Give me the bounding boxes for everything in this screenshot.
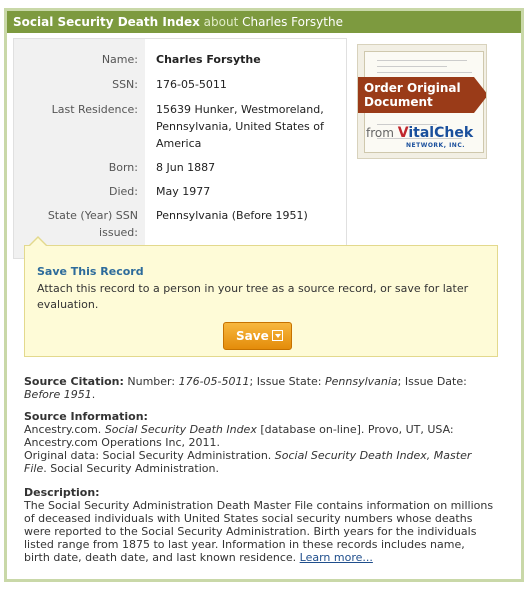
- born-label: Born:: [108, 161, 138, 174]
- died-value: May 1977: [156, 185, 211, 198]
- residence-label: Last Residence:: [51, 103, 138, 116]
- state-value: Pennsylvania (Before 1951): [156, 209, 308, 222]
- record-details: Name: Charles Forsythe SSN: 176-05-5011 …: [13, 38, 347, 259]
- residence-value: 15639 Hunker, Westmoreland, Pennsylvania…: [156, 103, 324, 150]
- collection-title: Social Security Death Index: [13, 15, 200, 29]
- source-citation-label: Source Citation:: [24, 375, 124, 388]
- name-value: Charles Forsythe: [156, 53, 261, 66]
- ssn-label: SSN:: [112, 78, 138, 91]
- description-text: The Social Security Administration Death…: [24, 499, 494, 564]
- about-text: about: [203, 15, 239, 29]
- source-information: Source Information: Ancestry.com. Social…: [24, 410, 472, 475]
- learn-more-link[interactable]: Learn more...: [300, 551, 373, 564]
- dropdown-arrow-icon[interactable]: [272, 330, 283, 341]
- save-button[interactable]: Save: [223, 322, 292, 350]
- description-label: Description:: [24, 486, 100, 499]
- save-record-description: Attach this record to a person in your t…: [37, 282, 469, 311]
- save-button-label: Save: [236, 329, 269, 343]
- vitalchek-logo: from VitalChek: [366, 125, 474, 141]
- description: Description: The Social Security Adminis…: [24, 486, 494, 564]
- source-information-label: Source Information:: [24, 410, 148, 423]
- source-citation: Source Citation: Number: 176-05-5011; Is…: [24, 375, 467, 401]
- save-record-box: Save This Record Attach this record to a…: [24, 245, 498, 357]
- person-name-header: Charles Forsythe: [242, 15, 343, 29]
- died-label: Died:: [109, 185, 138, 198]
- save-record-title: Save This Record: [37, 265, 144, 278]
- panel-header: Social Security Death Index about Charle…: [7, 11, 521, 33]
- order-original-document[interactable]: 53 Order Original Document from VitalChe…: [357, 44, 487, 159]
- order-ribbon: Order Original Document: [358, 77, 486, 113]
- ssn-value: 176-05-5011: [156, 78, 227, 91]
- vitalchek-subtitle: NETWORK, INC.: [406, 142, 466, 149]
- name-label: Name:: [101, 53, 138, 66]
- born-value: 8 Jun 1887: [156, 161, 216, 174]
